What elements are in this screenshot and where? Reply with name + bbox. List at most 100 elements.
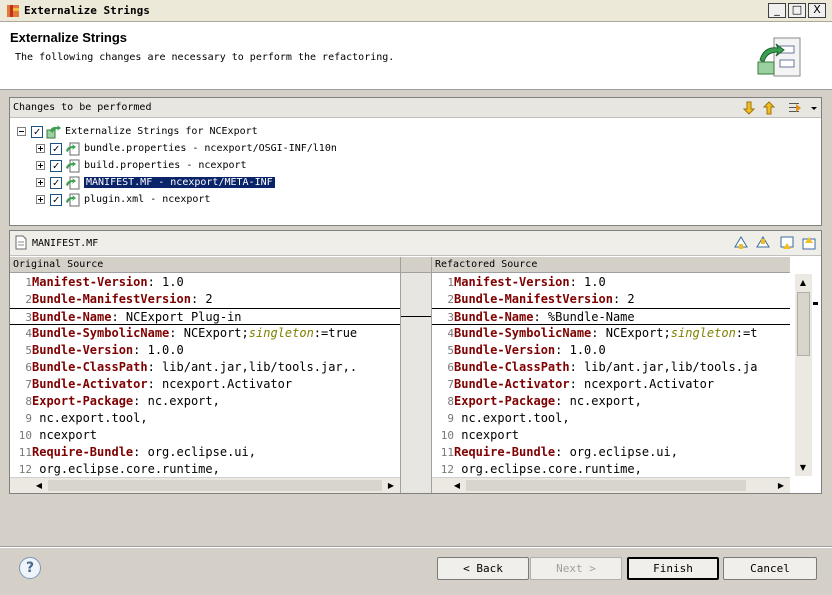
finish-button[interactable]: Finish (627, 557, 719, 580)
manifest-value-tail: :=true (313, 326, 358, 340)
maximize-button[interactable]: □ (788, 3, 806, 18)
code-line: 1Manifest-Version: 1.0 (10, 274, 400, 291)
changes-tree: ✓ Externalize Strings for NCExport ✓ bun… (10, 120, 821, 225)
manifest-key: Bundle-Name (454, 310, 534, 324)
code-line: 9 nc.export.tool, (10, 410, 400, 427)
line-number: 6 (447, 361, 454, 374)
item-checkbox[interactable]: ✓ (50, 142, 62, 155)
original-source-pane[interactable]: Original Source 1Manifest-Version: 1.0 2B… (10, 257, 400, 493)
tree-item-manifest[interactable]: ✓ MANIFEST.MF - ncexport/META-INF (36, 174, 276, 191)
expand-toggle-icon[interactable] (36, 195, 45, 204)
line-number: 3 (447, 311, 454, 324)
scroll-left-icon[interactable]: ◀ (32, 479, 46, 492)
wizard-title: Externalize Strings (10, 30, 128, 45)
filter-changes-icon[interactable] (787, 100, 807, 116)
manifest-directive: singleton (670, 326, 736, 340)
scroll-left-icon[interactable]: ◀ (450, 479, 464, 492)
wizard-header: Externalize Strings The following change… (0, 22, 832, 90)
code-line: 10 ncexport (10, 427, 400, 444)
scroll-thumb[interactable] (466, 480, 746, 491)
code-line: 5Bundle-Version: 1.0.0 (10, 342, 400, 359)
previous-difference-icon[interactable] (755, 235, 771, 251)
previous-change-icon[interactable] (801, 235, 817, 251)
manifest-key: Require-Bundle (454, 445, 556, 459)
manifest-value: nc.export.tool, (32, 411, 148, 425)
code-line: 11Require-Bundle: org.eclipse.ui, (432, 444, 790, 461)
scroll-right-icon[interactable]: ▶ (384, 479, 398, 492)
manifest-key: Export-Package (32, 394, 134, 408)
line-number: 7 (25, 378, 32, 391)
tree-item-bundle-properties[interactable]: ✓ bundle.properties - ncexport/OSGI-INF/… (36, 140, 337, 157)
next-change-arrow-icon[interactable] (741, 100, 757, 116)
code-line: 4Bundle-SymbolicName: NCExport;singleton… (432, 325, 790, 342)
scroll-down-icon[interactable]: ▼ (796, 461, 810, 474)
line-number: 6 (25, 361, 32, 374)
overview-ruler-marker[interactable] (812, 301, 819, 306)
file-change-icon (66, 193, 80, 206)
manifest-key: Bundle-Version (454, 343, 556, 357)
collapse-toggle-icon[interactable] (17, 127, 26, 136)
expand-toggle-icon[interactable] (36, 161, 45, 170)
line-number: 3 (25, 311, 32, 324)
manifest-value: : 2 (612, 292, 635, 306)
manifest-value: nc.export.tool, (454, 411, 570, 425)
window-title: Externalize Strings (24, 4, 150, 17)
refactored-horizontal-scrollbar[interactable]: ◀ ▶ (432, 477, 790, 493)
manifest-key: Bundle-ClassPath (32, 360, 148, 374)
manifest-value: ncexport (454, 428, 520, 442)
refactored-source-pane[interactable]: Refactored Source 1Manifest-Version: 1.0… (432, 257, 790, 493)
vertical-scroll-thumb[interactable] (797, 292, 810, 356)
item-label-selected: MANIFEST.MF - ncexport/META-INF (83, 176, 276, 189)
refactor-wizard-icon (757, 37, 801, 77)
manifest-key: Bundle-Activator (454, 377, 570, 391)
item-label: bundle.properties - ncexport/OSGI-INF/l1… (84, 143, 337, 154)
scroll-right-icon[interactable]: ▶ (774, 479, 788, 492)
manifest-value: : NCExport; (169, 326, 249, 340)
compare-file-label: MANIFEST.MF (32, 238, 99, 249)
code-line: 11Require-Bundle: org.eclipse.ui, (10, 444, 400, 461)
code-line: 9 nc.export.tool, (432, 410, 790, 427)
tree-item-plugin-xml[interactable]: ✓ plugin.xml - ncexport (36, 191, 210, 208)
code-line: 7Bundle-Activator: ncexport.Activator (10, 376, 400, 393)
manifest-value: : ncexport.Activator (569, 377, 715, 391)
file-change-icon (66, 159, 80, 172)
tree-root-row[interactable]: ✓ Externalize Strings for NCExport (17, 123, 258, 140)
close-button[interactable]: X (808, 3, 826, 18)
footer-separator (0, 546, 832, 548)
tree-item-build-properties[interactable]: ✓ build.properties - ncexport (36, 157, 247, 174)
line-number: 4 (25, 327, 32, 340)
original-horizontal-scrollbar[interactable]: ◀ ▶ (10, 477, 400, 493)
scroll-thumb[interactable] (48, 480, 382, 491)
manifest-key: Manifest-Version (454, 275, 570, 289)
expand-toggle-icon[interactable] (36, 178, 45, 187)
refactored-source-header: Refactored Source (432, 257, 790, 273)
view-menu-dropdown-icon[interactable] (809, 100, 819, 116)
back-button[interactable]: < Back (437, 557, 529, 580)
help-icon[interactable]: ? (19, 557, 41, 579)
line-number: 10 (18, 429, 32, 442)
manifest-value: : NCExport Plug-in (111, 310, 242, 324)
changes-panel-header: Changes to be performed (10, 98, 821, 118)
changes-panel: Changes to be performed ✓ Externalize St… (9, 97, 822, 226)
refactored-code-area[interactable]: 1Manifest-Version: 1.0 2Bundle-ManifestVe… (432, 274, 790, 477)
next-button[interactable]: Next > (530, 557, 622, 580)
root-checkbox[interactable]: ✓ (31, 125, 43, 138)
item-checkbox[interactable]: ✓ (50, 159, 62, 172)
scroll-up-icon[interactable]: ▲ (796, 276, 810, 289)
expand-toggle-icon[interactable] (36, 144, 45, 153)
cancel-button[interactable]: Cancel (723, 557, 817, 580)
item-checkbox[interactable]: ✓ (50, 193, 62, 206)
refactoring-change-icon (46, 124, 61, 138)
manifest-value-tail: :=t (735, 326, 758, 340)
next-change-icon[interactable] (779, 235, 795, 251)
vertical-scrollbar[interactable]: ▲ ▼ (795, 274, 812, 476)
next-difference-icon[interactable] (733, 235, 749, 251)
minimize-button[interactable]: _ (768, 3, 786, 18)
code-line: 7Bundle-Activator: ncexport.Activator (432, 376, 790, 393)
manifest-value: : nc.export, (555, 394, 642, 408)
manifest-key: Require-Bundle (32, 445, 134, 459)
code-line: 1Manifest-Version: 1.0 (432, 274, 790, 291)
item-checkbox[interactable]: ✓ (50, 176, 62, 189)
original-code-area[interactable]: 1Manifest-Version: 1.0 2Bundle-ManifestVe… (10, 274, 400, 477)
previous-change-arrow-icon[interactable] (761, 100, 777, 116)
